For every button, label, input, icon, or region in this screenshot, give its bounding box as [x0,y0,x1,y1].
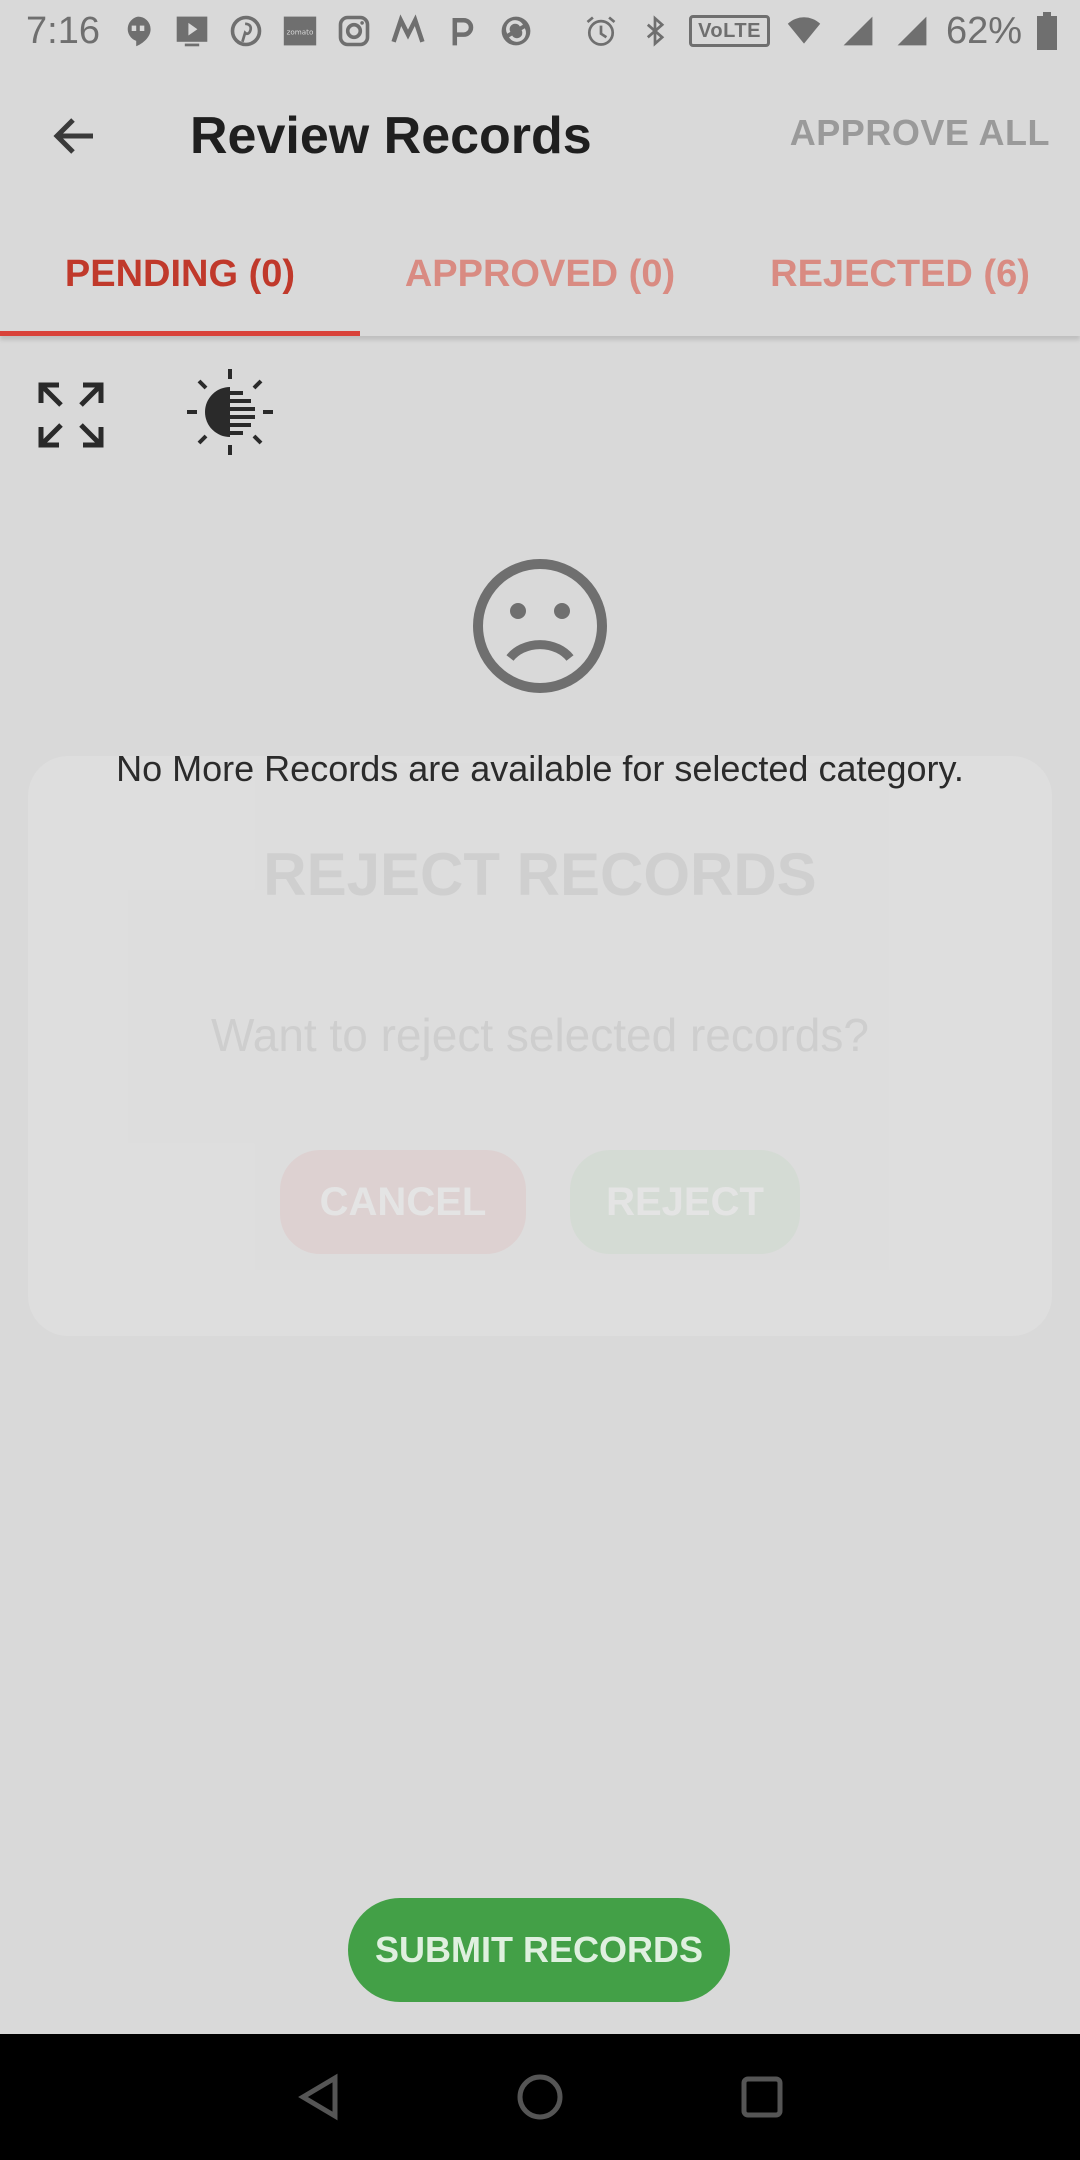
status-bar: 7:16 zomato VoLTE 62% [0,0,1080,62]
tab-approved[interactable]: APPROVED (0) [360,212,720,336]
brightness-contrast-icon [187,369,273,455]
nav-back-button[interactable] [285,2062,355,2132]
submit-records-button[interactable]: SUBMIT RECORDS [348,1898,730,2002]
battery-percentage: 62% [945,9,1022,52]
nav-recents-button[interactable] [727,2062,797,2132]
p-app-icon [452,17,474,46]
page-title: Review Records [190,107,592,165]
myntra-icon [391,14,425,43]
nav-home-button[interactable] [505,2062,575,2132]
dialog-title: REJECT RECORDS [263,841,817,908]
battery-icon [1037,12,1057,50]
dialog-reject-button[interactable]: REJECT [570,1150,800,1254]
bluetooth-icon [646,15,665,47]
wifi-icon [787,17,821,44]
svg-text:zomato: zomato [287,28,314,37]
arrow-back-icon [53,118,93,154]
system-icons: VoLTE 62% [581,0,1058,62]
tab-rejected[interactable]: REJECTED (6) [720,212,1080,336]
back-button[interactable] [34,96,114,176]
app-bar: Review Records APPROVE ALL [0,62,1080,212]
empty-state-message: No More Records are available for select… [116,748,964,789]
pinterest-icon [230,15,262,47]
tab-indicator [0,331,360,336]
alarm-icon [586,16,616,46]
status-time: 7:16 [26,9,100,52]
notification-icons: zomato [118,13,536,49]
tab-pending[interactable]: PENDING (0) [0,212,360,336]
circle-home-icon [517,2074,563,2120]
expand-icon [38,382,104,448]
instagram-icon [338,15,370,47]
brightness-button[interactable] [180,362,280,462]
signal-icon [897,16,927,46]
navigation-bar [0,2034,1080,2160]
dialog-cancel-button[interactable]: CANCEL [280,1150,526,1254]
tv-icon [176,16,208,47]
zomato-icon: zomato [283,16,317,46]
tab-bar: PENDING (0) APPROVED (0) REJECTED (6) [0,212,1080,336]
square-recents-icon [741,2076,783,2118]
hangouts-icon [127,16,151,47]
reject-dialog: REJECT RECORDS Want to reject selected r… [28,756,1052,1336]
sad-face-icon [473,559,607,693]
triangle-back-icon [298,2073,338,2121]
sync-icon [501,16,531,46]
fullscreen-button[interactable] [26,370,116,460]
volte-icon: VoLTE [689,15,770,47]
approve-all-button[interactable]: APPROVE ALL [790,112,1050,154]
signal-icon [843,16,873,46]
dialog-message: Want to reject selected records? [211,1009,869,1061]
